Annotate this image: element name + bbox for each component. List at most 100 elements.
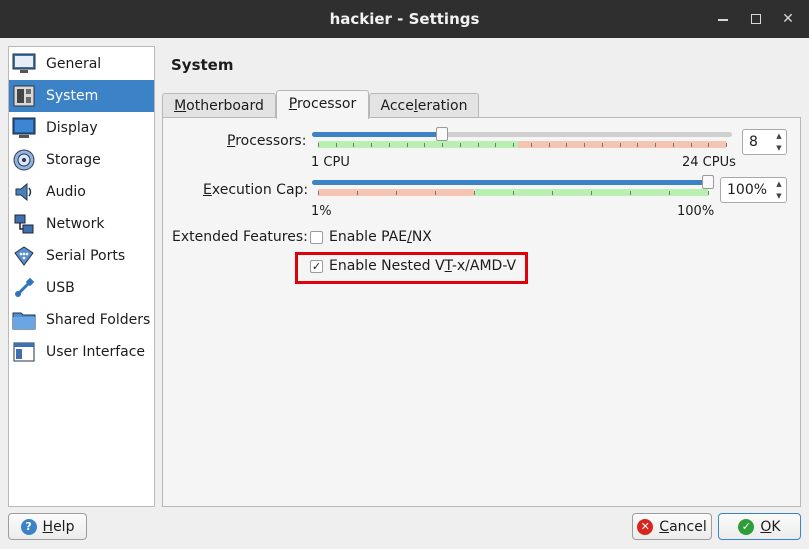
sidebar-item-label: Network <box>46 216 105 232</box>
sidebar-item-system[interactable]: System <box>9 80 154 112</box>
slider-tick <box>530 143 532 147</box>
slider-tick <box>669 191 670 195</box>
slider-tick <box>552 191 553 195</box>
sidebar-item-usb[interactable]: USB <box>9 272 154 304</box>
slider-ticks <box>312 189 714 196</box>
window-ui-icon <box>12 340 36 364</box>
monitor-general-icon <box>12 52 36 76</box>
slider-tick <box>513 143 515 147</box>
sidebar-item-audio[interactable]: Audio <box>9 176 154 208</box>
tab-acceleration[interactable]: Acceleration <box>369 93 479 119</box>
spin-down-icon[interactable]: ▼ <box>772 142 786 154</box>
settings-sidebar: General System Display Storage Audio Net… <box>8 46 155 507</box>
slider-tick <box>371 143 373 147</box>
sidebar-item-storage[interactable]: Storage <box>9 144 154 176</box>
slider-tick <box>495 143 497 147</box>
processors-min-label: 1 CPU <box>311 155 350 170</box>
ok-button[interactable]: ✓ OK <box>718 513 801 540</box>
sidebar-item-label: Storage <box>46 152 101 168</box>
sidebar-item-shared-folders[interactable]: Shared Folders <box>9 304 154 336</box>
slider-tick <box>442 143 444 147</box>
close-icon[interactable]: ✕ <box>778 9 798 29</box>
slider-handle[interactable] <box>702 175 714 189</box>
sidebar-item-network[interactable]: Network <box>9 208 154 240</box>
sidebar-item-label: Serial Ports <box>46 248 126 264</box>
execution-cap-min-label: 1% <box>311 204 332 219</box>
help-button-label: Help <box>42 518 75 535</box>
slider-tick <box>424 143 426 147</box>
pae-nx-checkbox[interactable] <box>310 231 323 244</box>
processors-slider[interactable] <box>312 127 732 155</box>
slider-ticks <box>312 141 732 148</box>
spin-up-icon[interactable]: ▲ <box>772 130 786 142</box>
usb-icon <box>12 276 36 300</box>
slider-tick <box>435 191 436 195</box>
slider-tick <box>474 191 475 195</box>
slider-tick <box>637 143 639 147</box>
sidebar-item-label: General <box>46 56 102 72</box>
ok-button-label: OK <box>760 518 781 535</box>
execution-cap-slider[interactable] <box>312 175 714 203</box>
slider-tick <box>477 143 479 147</box>
execution-cap-spinbox[interactable]: 100% ▲ ▼ <box>720 177 787 203</box>
processors-spinbox[interactable]: 8 ▲ ▼ <box>742 129 787 155</box>
sidebar-item-label: Display <box>46 120 98 136</box>
extended-features-label: Extended Features: <box>172 229 308 245</box>
slider-tick <box>601 143 603 147</box>
sidebar-item-serial-ports[interactable]: Serial Ports <box>9 240 154 272</box>
motherboard-icon <box>12 84 36 108</box>
pae-nx-label[interactable]: Enable PAE/NX <box>329 229 432 245</box>
speaker-icon <box>12 180 36 204</box>
slider-fill <box>312 180 708 185</box>
sidebar-item-label: USB <box>46 280 75 296</box>
slider-fill <box>312 132 443 137</box>
slider-tick <box>708 143 710 147</box>
serial-port-icon <box>12 244 36 268</box>
processors-label: Processors: <box>227 133 307 149</box>
network-icon <box>12 212 36 236</box>
cancel-icon: ✕ <box>637 518 654 535</box>
folder-icon <box>12 308 36 332</box>
cancel-button-label: Cancel <box>659 518 707 535</box>
slider-tick <box>672 143 674 147</box>
slider-tick <box>406 143 408 147</box>
spin-arrows[interactable]: ▲ ▼ <box>772 130 786 154</box>
nested-vtx-label[interactable]: Enable Nested VT-x/AMD-V <box>329 258 516 274</box>
slider-tick <box>548 143 550 147</box>
minimize-icon[interactable] <box>713 9 733 29</box>
nested-vtx-checkbox[interactable]: ✓ <box>310 260 323 273</box>
slider-handle[interactable] <box>436 127 449 141</box>
page-title: System <box>171 56 234 74</box>
sidebar-item-label: Audio <box>46 184 86 200</box>
spin-up-icon[interactable]: ▲ <box>772 178 786 190</box>
slider-tick <box>318 191 319 195</box>
sidebar-item-user-interface[interactable]: User Interface <box>9 336 154 368</box>
ok-checkmark-icon: ✓ <box>738 518 755 535</box>
sidebar-item-general[interactable]: General <box>9 48 154 80</box>
sidebar-item-display[interactable]: Display <box>9 112 154 144</box>
slider-tick <box>655 143 657 147</box>
slider-tick <box>630 191 631 195</box>
slider-tick <box>708 191 709 195</box>
spin-down-icon[interactable]: ▼ <box>772 190 786 202</box>
sidebar-item-label: User Interface <box>46 344 146 360</box>
help-button[interactable]: ? Help <box>8 513 87 540</box>
slider-tick <box>318 143 319 147</box>
cancel-button[interactable]: ✕ Cancel <box>632 513 712 540</box>
sidebar-item-label: Shared Folders <box>46 312 151 328</box>
slider-tick <box>357 191 358 195</box>
spin-arrows[interactable]: ▲ ▼ <box>772 178 786 202</box>
slider-tick <box>726 143 727 147</box>
tab-processor[interactable]: Processor <box>276 90 369 119</box>
tab-motherboard[interactable]: Motherboard <box>162 93 276 119</box>
execution-cap-label: Execution Cap: <box>203 182 309 198</box>
maximize-icon[interactable] <box>746 9 766 29</box>
display-icon <box>12 116 36 140</box>
slider-tick <box>388 143 390 147</box>
slider-tick <box>513 191 514 195</box>
slider-tick <box>690 143 692 147</box>
slider-tick <box>619 143 621 147</box>
disk-storage-icon <box>12 148 36 172</box>
slider-tick <box>591 191 592 195</box>
help-icon: ? <box>20 518 37 535</box>
